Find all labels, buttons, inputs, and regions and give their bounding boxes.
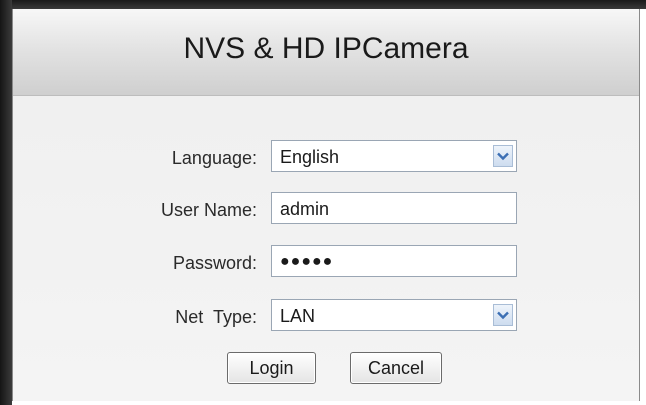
password-value: ●●●●● <box>280 253 334 270</box>
net-type-row: Net Type: LAN <box>13 299 639 335</box>
password-label: Password: <box>172 253 257 273</box>
net-type-label: Net Type: <box>175 307 257 327</box>
dialog-header: NVS & HD IPCamera <box>13 9 639 96</box>
chevron-down-icon <box>497 311 509 319</box>
login-button[interactable]: Login <box>227 352 316 384</box>
language-value: English <box>280 147 340 167</box>
button-row: Login Cancel <box>13 352 639 388</box>
net-type-dropdown-button[interactable] <box>493 304 513 326</box>
password-input[interactable]: ●●●●● <box>271 245 517 277</box>
username-label: User Name: <box>160 200 257 220</box>
login-dialog: NVS & HD IPCamera Language: English User… <box>12 9 640 401</box>
net-type-value: LAN <box>280 306 316 326</box>
window-top-edge <box>0 0 646 9</box>
username-input[interactable]: admin <box>271 192 517 224</box>
language-dropdown-button[interactable] <box>493 145 513 167</box>
window-left-edge <box>0 0 12 405</box>
net-type-select[interactable]: LAN <box>271 299 517 331</box>
username-value: admin <box>280 199 330 219</box>
language-select[interactable]: English <box>271 140 517 172</box>
cancel-button[interactable]: Cancel <box>350 352 442 384</box>
password-row: Password: ●●●●● <box>13 245 639 281</box>
username-row: User Name: admin <box>13 192 639 228</box>
chevron-down-icon <box>497 152 509 160</box>
language-row: Language: English <box>13 140 639 176</box>
language-label: Language: <box>171 148 257 168</box>
browser-window: NVS & HD IPCamera Language: English User… <box>0 0 646 405</box>
dialog-title: NVS & HD IPCamera <box>183 32 469 65</box>
login-form: Language: English User Name: admin Passw… <box>13 96 639 401</box>
